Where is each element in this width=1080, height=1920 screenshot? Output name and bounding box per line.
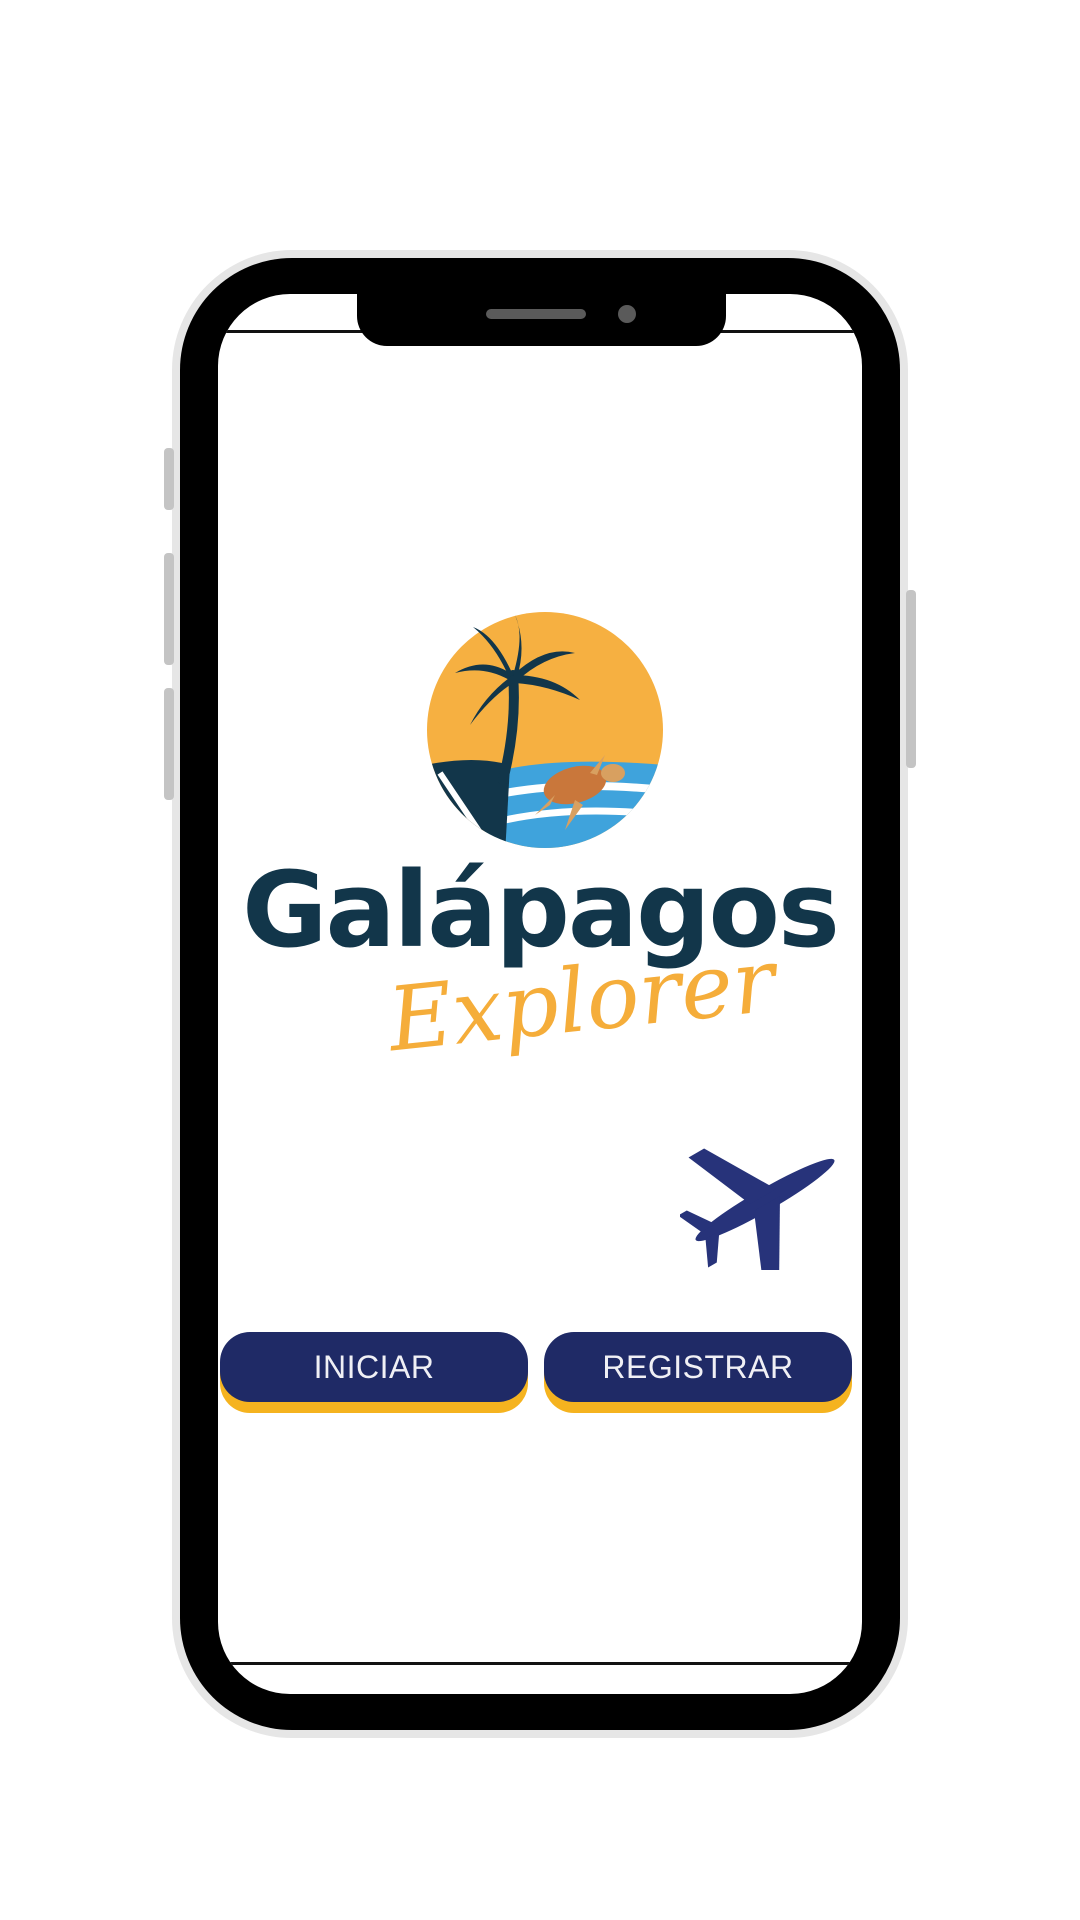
- brand-title: Galápagos: [242, 849, 840, 971]
- mute-switch: [164, 448, 174, 510]
- volume-up-button: [164, 553, 174, 665]
- register-button[interactable]: REGISTRAR: [544, 1332, 852, 1402]
- camera-icon: [618, 305, 636, 323]
- power-button: [906, 590, 916, 768]
- start-button[interactable]: INICIAR: [220, 1332, 528, 1402]
- home-divider: [218, 1662, 862, 1665]
- airplane-icon: [680, 1148, 835, 1270]
- volume-down-button: [164, 688, 174, 800]
- app-canvas: Galápagos Explorer INICIAR REGISTRAR: [0, 0, 1080, 1920]
- speaker-icon: [486, 309, 586, 319]
- palm-tree-turtle-sun-logo-icon: [427, 612, 663, 848]
